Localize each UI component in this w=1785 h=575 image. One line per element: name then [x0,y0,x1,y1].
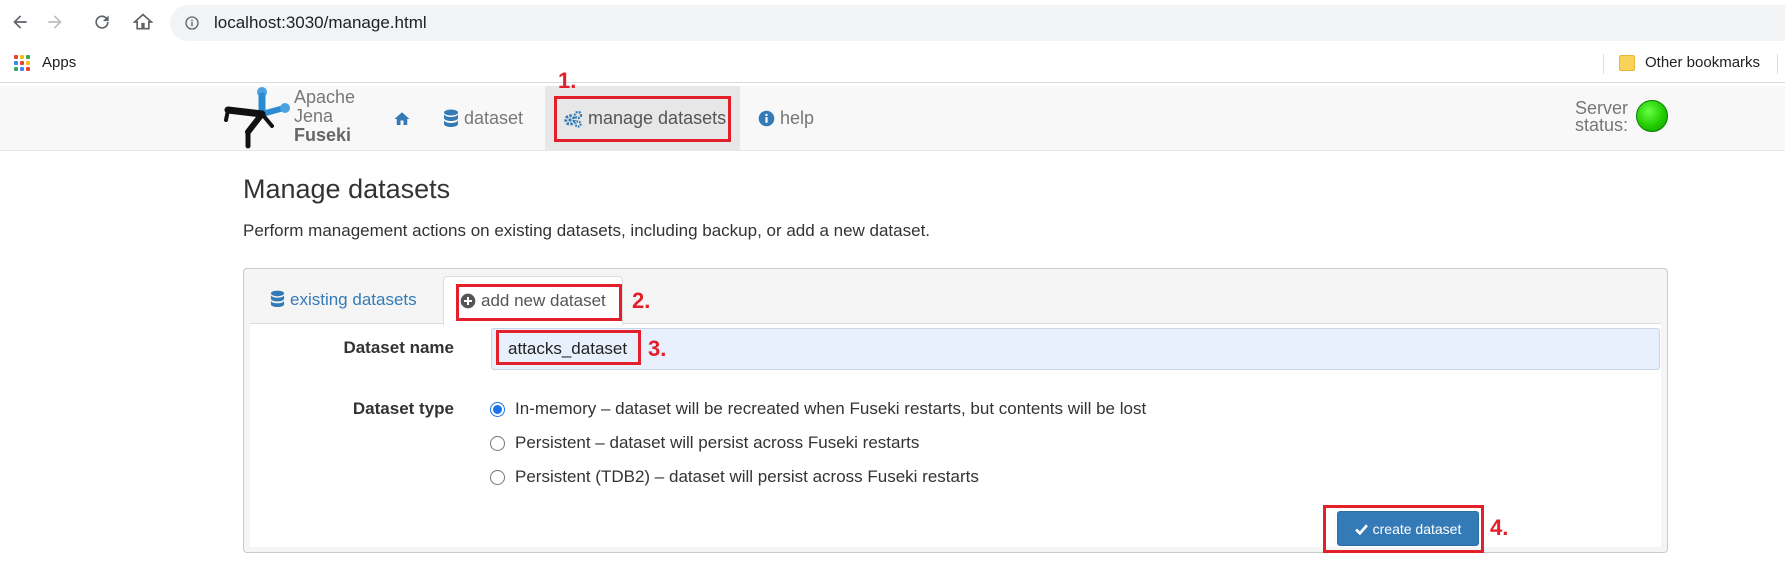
logo-line-apache: Apache [294,87,356,107]
callout-box-3 [496,330,641,365]
nav-home-link[interactable] [384,86,424,151]
reload-icon [95,15,109,29]
apps-grid-dot [26,60,30,65]
dataset-type-option-tdb2[interactable]: Persistent (TDB2) – dataset will persist… [490,467,979,487]
apps-grid-dot [14,66,18,71]
dataset-type-option-inmemory[interactable]: In-memory – dataset will be recreated wh… [490,399,1146,419]
dataset-type-option-persistent[interactable]: Persistent – dataset will persist across… [490,433,919,453]
home-icon [393,110,411,128]
apps-grid-dot [26,66,30,71]
page-title: Manage datasets [243,174,451,204]
back-arrow-icon [13,15,27,29]
forward-arrow-icon [48,15,62,29]
callout-number-2: 2. [632,288,651,313]
dataset-name-label: Dataset name [343,338,454,357]
apps-shortcut[interactable]: Apps [14,54,76,71]
back-button[interactable] [7,9,33,35]
apps-grid-dot [26,54,30,59]
logo-line-fuseki: Fuseki [294,125,352,145]
callout-box-1 [554,96,731,142]
logo-text: Apache Jena Fuseki [294,88,355,145]
home-button[interactable] [130,9,156,35]
folder-icon [1619,54,1635,71]
bookmark-divider [1777,54,1778,74]
reload-button[interactable] [89,9,115,35]
nav-help-link[interactable]: help [758,86,838,151]
home-outline-icon [133,13,153,30]
option-persistent-label: Persistent – dataset will persist across… [515,433,920,452]
apps-grid-icon [14,54,30,71]
forward-button[interactable] [42,9,68,35]
option-tdb2-label: Persistent (TDB2) – dataset will persist… [515,467,979,486]
radio-tdb2[interactable] [490,469,505,485]
nav-dataset-link[interactable]: dataset [443,86,543,151]
apps-label: Apps [42,54,77,71]
url-text: localhost:3030/manage.html [214,13,427,32]
apps-grid-dot [20,66,24,71]
apps-grid-dot [20,60,24,65]
callout-box-4 [1323,505,1484,553]
callout-number-1: 1. [558,68,577,93]
server-status-line2: status: [1575,115,1629,135]
nav-dataset-label: dataset [464,108,524,128]
other-bookmarks-label: Other bookmarks [1645,54,1761,71]
database-icon [443,109,459,129]
apps-grid-dot [14,60,18,65]
database-icon [270,290,285,309]
apps-grid-dot [20,54,24,59]
other-bookmarks[interactable]: Other bookmarks [1605,54,1760,71]
fuseki-logo[interactable]: Apache Jena Fuseki [222,86,367,151]
bookmark-divider [1603,54,1604,74]
tab-existing-label: existing datasets [290,289,417,309]
bookmarks-bar: Apps Other bookmarks [0,46,1785,83]
callout-box-2 [456,284,622,321]
callout-number-4: 4. [1490,515,1509,540]
option-inmemory-label: In-memory – dataset will be recreated wh… [515,399,1147,418]
fuseki-navbar: Apache Jena Fuseki dataset manage datase… [0,86,1785,151]
radio-persistent[interactable] [490,435,505,451]
info-circle-icon [758,110,775,127]
dataset-type-label: Dataset type [352,399,454,418]
browser-toolbar: localhost:3030/manage.html [0,0,1785,42]
server-status-label: Server status: [1575,99,1629,135]
page-description: Perform management actions on existing d… [243,221,931,240]
fuseki-logo-icon [224,87,290,149]
nav-help-label: help [780,108,815,128]
server-status-indicator [1636,100,1668,132]
radio-inmemory[interactable] [490,401,505,417]
callout-number-3: 3. [648,336,667,361]
apps-grid-dot [14,54,18,59]
info-icon [185,16,199,30]
tab-existing-datasets[interactable]: existing datasets [254,276,433,323]
address-bar[interactable]: localhost:3030/manage.html [170,5,1785,41]
logo-line-jena: Jena [294,106,334,126]
